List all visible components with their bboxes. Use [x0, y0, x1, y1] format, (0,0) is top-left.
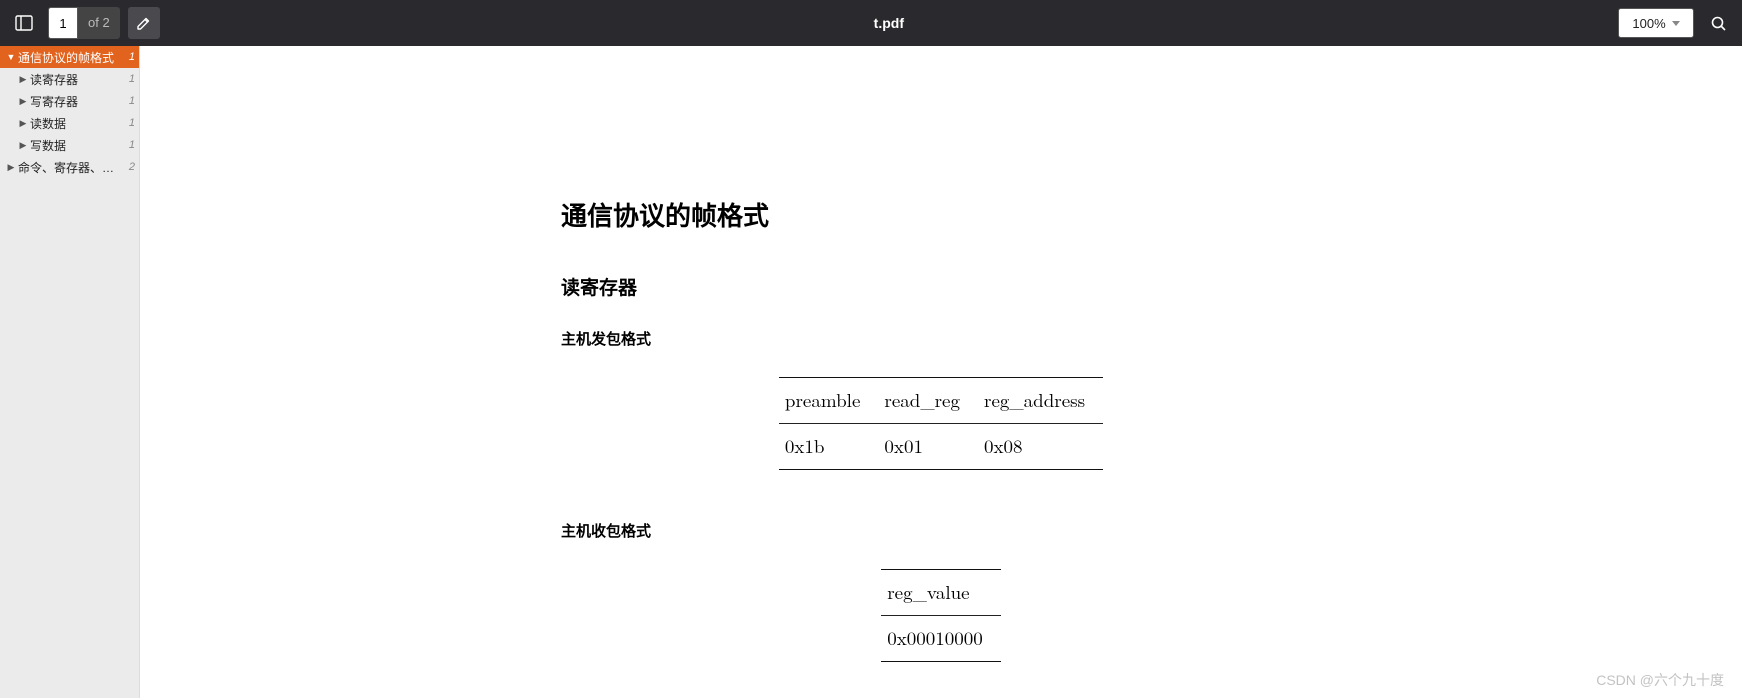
outline-item[interactable]: ▶读数据1: [0, 112, 139, 134]
table-row: preamble read_reg reg_address: [779, 378, 1103, 424]
outline-page: 1: [129, 139, 135, 151]
outline-item[interactable]: ▶读寄存器1: [0, 68, 139, 90]
outline-page: 1: [129, 51, 135, 63]
table-cell: 0x00010000: [881, 616, 1001, 662]
search-button[interactable]: [1702, 7, 1734, 39]
table-cell: reg_address: [978, 378, 1103, 424]
table-cell: preamble: [779, 378, 879, 424]
document-title: t.pdf: [160, 15, 1618, 31]
outline-page: 1: [129, 95, 135, 107]
pencil-icon: [136, 15, 152, 31]
chevron-right-icon: ▶: [6, 162, 16, 173]
chevron-right-icon: ▶: [18, 96, 28, 107]
sidebar-toggle-button[interactable]: [8, 7, 40, 39]
zoom-label: 100%: [1632, 16, 1665, 31]
table-cell: 0x08: [978, 424, 1103, 470]
edit-button[interactable]: [128, 7, 160, 39]
table-cell: read_reg: [878, 378, 978, 424]
outline-item[interactable]: ▶写数据1: [0, 134, 139, 156]
page-number-input[interactable]: [48, 7, 78, 39]
document-viewport[interactable]: 通信协议的帧格式 读寄存器 主机发包格式 preamble read_reg r…: [140, 46, 1742, 698]
outline-item[interactable]: ▶命令、寄存器、…2: [0, 156, 139, 178]
outline-label: 读数据: [30, 115, 129, 132]
outline-label: 读寄存器: [30, 71, 129, 88]
outline-sidebar: ▼通信协议的帧格式1▶读寄存器1▶写寄存器1▶读数据1▶写数据1▶命令、寄存器、…: [0, 46, 140, 698]
chevron-right-icon: ▶: [18, 74, 28, 85]
table-row: reg_value: [881, 570, 1001, 616]
table-cell: 0x1b: [779, 424, 879, 470]
heading-3-send: 主机发包格式: [561, 328, 1321, 349]
main-area: ▼通信协议的帧格式1▶读寄存器1▶写寄存器1▶读数据1▶写数据1▶命令、寄存器、…: [0, 46, 1742, 698]
heading-2: 读寄存器: [561, 273, 1321, 300]
zoom-select[interactable]: 100%: [1618, 8, 1694, 38]
outline-label: 写寄存器: [30, 93, 129, 110]
table-row: 0x1b 0x01 0x08: [779, 424, 1103, 470]
toolbar: of 2 t.pdf 100%: [0, 0, 1742, 46]
table-cell: reg_value: [881, 570, 1001, 616]
chevron-right-icon: ▶: [18, 118, 28, 129]
outline-item[interactable]: ▼通信协议的帧格式1: [0, 46, 139, 68]
recv-format-table: reg_value 0x00010000: [881, 569, 1001, 662]
outline-label: 写数据: [30, 137, 129, 154]
outline-item[interactable]: ▶写寄存器1: [0, 90, 139, 112]
watermark: CSDN @六个九十度: [1596, 670, 1724, 690]
sidebar-icon: [15, 14, 33, 32]
heading-3-recv: 主机收包格式: [561, 520, 1321, 541]
table-row: 0x00010000: [881, 616, 1001, 662]
page-total-label: of 2: [78, 7, 120, 39]
outline-label: 通信协议的帧格式: [18, 49, 129, 66]
outline-page: 1: [129, 73, 135, 85]
search-icon: [1710, 15, 1727, 32]
chevron-down-icon: [1672, 21, 1680, 26]
outline-label: 命令、寄存器、…: [18, 159, 129, 176]
chevron-right-icon: ▶: [18, 140, 28, 151]
pdf-page: 通信协议的帧格式 读寄存器 主机发包格式 preamble read_reg r…: [441, 46, 1441, 698]
chevron-down-icon: ▼: [6, 52, 16, 62]
table-cell: 0x01: [878, 424, 978, 470]
send-format-table: preamble read_reg reg_address 0x1b 0x01 …: [779, 377, 1103, 470]
outline-page: 1: [129, 117, 135, 129]
outline-page: 2: [129, 161, 135, 173]
heading-1: 通信协议的帧格式: [561, 196, 1321, 233]
